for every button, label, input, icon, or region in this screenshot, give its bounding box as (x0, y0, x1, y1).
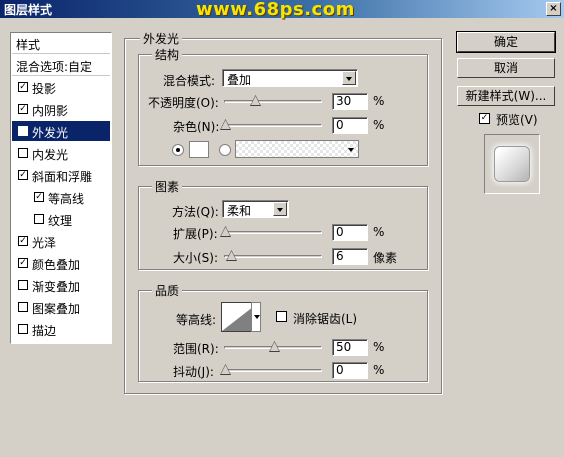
watermark: www.68ps.com (196, 0, 355, 20)
range-slider[interactable] (224, 341, 322, 352)
style-item-label: 投影 (32, 82, 57, 96)
style-item[interactable]: 描边 (12, 319, 110, 339)
preview-swatch (495, 147, 529, 181)
style-item-label: 纹理 (48, 214, 73, 228)
elements-title: 图素 (152, 178, 183, 195)
style-item[interactable]: ✓ 内阴影 (12, 99, 110, 119)
styles-list: 样式 混合选项:自定 ✓ 投影 ✓ 内阴影 ✓ 外发光内发光 ✓ 斜面和浮雕 ✓ 等高线纹理 ✓ 光泽… (10, 32, 112, 344)
style-item-label: 斜面和浮雕 (32, 170, 93, 184)
spread-label: 扩展(P): (173, 227, 218, 241)
range-label: 范围(R): (173, 342, 219, 356)
style-item[interactable]: ✓ 投影 (12, 77, 110, 97)
style-item[interactable]: 渐变叠加 (12, 275, 110, 295)
blend-options-label: 混合选项:自定 (16, 60, 93, 74)
style-item-label: 等高线 (48, 192, 85, 206)
style-item-checkbox[interactable]: ✓ (18, 82, 28, 92)
size-slider[interactable] (224, 250, 322, 261)
size-unit: 像素 (373, 251, 398, 265)
style-item[interactable]: ✓ 光泽 (12, 231, 110, 251)
styles-header[interactable]: 样式 (12, 33, 110, 54)
technique-value: 柔和 (227, 204, 252, 218)
style-item[interactable]: 图案叠加 (12, 297, 110, 317)
range-unit: % (373, 340, 385, 354)
style-preview (484, 134, 540, 194)
chevron-down-icon (342, 71, 356, 85)
outer-glow-title: 外发光 (140, 30, 183, 47)
glow-color-swatch[interactable] (189, 141, 209, 158)
style-item-label: 颜色叠加 (32, 258, 81, 272)
preview-label: 预览(V) (496, 113, 538, 127)
contour-dropdown-button[interactable] (251, 302, 261, 332)
new-style-button[interactable]: 新建样式(W)... (457, 86, 555, 106)
style-item[interactable]: 内发光 (12, 143, 110, 163)
blend-mode-select[interactable]: 叠加 (222, 69, 358, 87)
gradient-radio[interactable] (219, 144, 231, 156)
jitter-input[interactable]: 0 (332, 362, 368, 379)
style-item-checkbox[interactable]: ✓ (18, 236, 28, 246)
noise-slider[interactable] (220, 119, 322, 130)
style-item-checkbox[interactable]: ✓ (18, 104, 28, 114)
blend-mode-label: 混合模式: (163, 74, 216, 88)
size-label: 大小(S): (173, 251, 219, 265)
technique-select[interactable]: 柔和 (222, 200, 289, 218)
opacity-input[interactable]: 30 (332, 93, 368, 110)
style-item-checkbox[interactable] (18, 280, 28, 290)
style-item-checkbox[interactable]: ✓ (34, 192, 44, 202)
style-item-label: 内阴影 (32, 104, 69, 118)
style-item-label: 外发光 (32, 126, 69, 140)
ok-button[interactable]: 确定 (456, 31, 556, 53)
spread-unit: % (373, 225, 385, 239)
style-item-label: 光泽 (32, 236, 57, 250)
size-input[interactable]: 6 (332, 248, 368, 265)
style-item-checkbox[interactable]: ✓ (18, 258, 28, 268)
style-item-label: 渐变叠加 (32, 280, 81, 294)
structure-title: 结构 (152, 46, 183, 63)
spread-slider[interactable] (220, 226, 322, 237)
close-button[interactable]: × (546, 2, 561, 16)
contour-label: 等高线: (176, 313, 217, 327)
window-title: 图层样式 (4, 3, 53, 17)
preview-checkbox[interactable]: ✓ (479, 113, 490, 124)
technique-label: 方法(Q): (172, 205, 219, 219)
solid-color-radio[interactable] (172, 144, 184, 156)
style-item-checkbox[interactable] (18, 148, 28, 158)
chevron-down-icon (345, 142, 357, 156)
quality-title: 品质 (152, 282, 183, 299)
style-item-label: 描边 (32, 324, 57, 338)
style-item[interactable]: ✓ 外发光 (12, 121, 110, 141)
noise-input[interactable]: 0 (332, 117, 368, 134)
style-item-label: 图案叠加 (32, 302, 81, 316)
opacity-unit: % (373, 94, 385, 108)
style-item-checkbox[interactable] (18, 302, 28, 312)
chevron-down-icon (273, 202, 287, 216)
blend-options-item[interactable]: 混合选项:自定 (12, 55, 110, 76)
gradient-picker[interactable] (235, 140, 359, 158)
style-item[interactable]: ✓ 颜色叠加 (12, 253, 110, 273)
noise-label: 杂色(N): (173, 120, 220, 134)
style-item[interactable]: ✓ 斜面和浮雕 (12, 165, 110, 185)
noise-unit: % (373, 118, 385, 132)
style-item[interactable]: ✓ 等高线 (12, 187, 110, 207)
cancel-button[interactable]: 取消 (457, 58, 555, 78)
opacity-slider[interactable] (224, 95, 322, 106)
style-item-checkbox[interactable] (18, 324, 28, 334)
range-input[interactable]: 50 (332, 339, 368, 356)
styles-header-label: 样式 (16, 38, 41, 52)
jitter-unit: % (373, 363, 385, 377)
title-bar: 图层样式 www.68ps.com × (0, 0, 564, 20)
style-item-checkbox[interactable]: ✓ (18, 126, 28, 136)
opacity-label: 不透明度(O): (148, 96, 219, 110)
anti-alias-label: 消除锯齿(L) (293, 312, 358, 326)
jitter-label: 抖动(J): (173, 365, 214, 379)
style-item-checkbox[interactable] (34, 214, 44, 224)
jitter-slider[interactable] (220, 364, 322, 375)
style-item[interactable]: 纹理 (12, 209, 110, 229)
spread-input[interactable]: 0 (332, 224, 368, 241)
style-item-checkbox[interactable]: ✓ (18, 170, 28, 180)
anti-alias-checkbox[interactable] (276, 311, 287, 322)
blend-mode-value: 叠加 (227, 73, 252, 87)
style-item-label: 内发光 (32, 148, 69, 162)
